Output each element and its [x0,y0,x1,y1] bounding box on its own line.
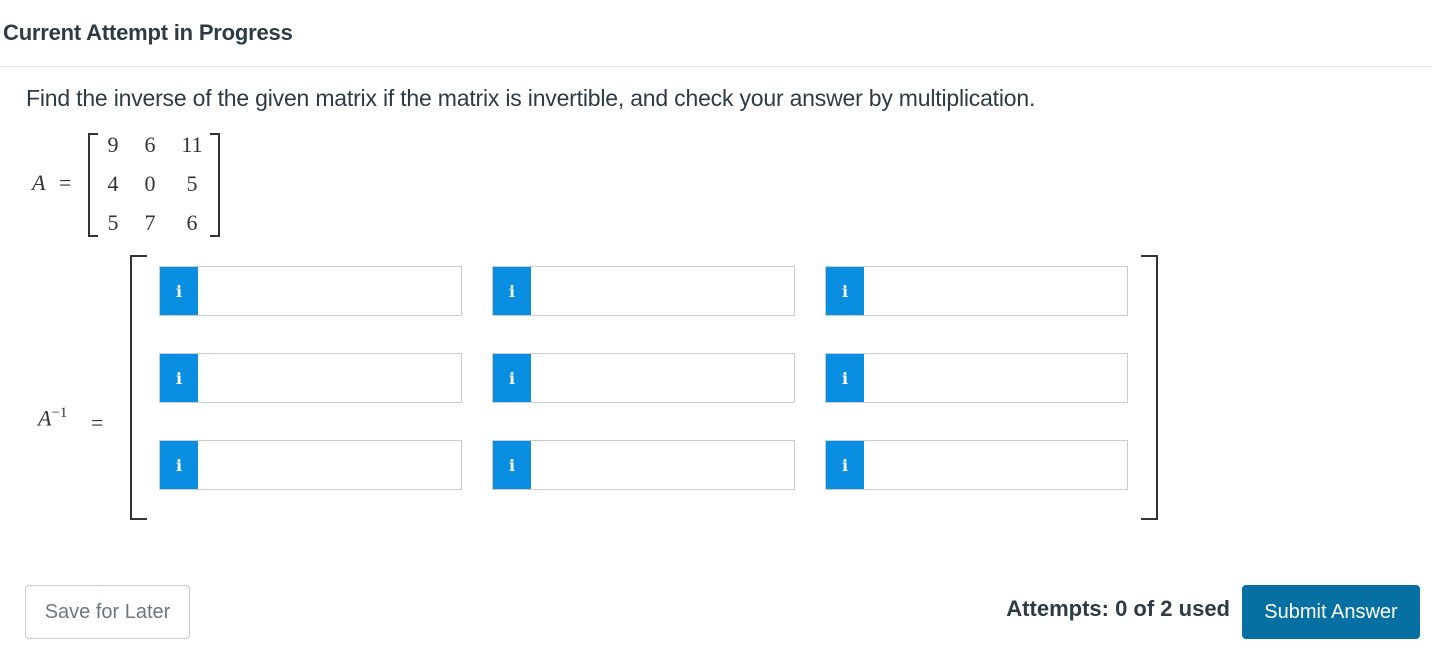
info-icon[interactable]: i [826,441,864,489]
info-icon[interactable]: i [493,441,531,489]
answer-cell: i [159,266,462,316]
answer-input-r1c3[interactable] [864,267,1127,315]
inverse-exponent: −1 [51,405,68,421]
info-icon[interactable]: i [160,267,198,315]
inverse-equals: = [91,410,104,435]
matrix-a-cell: 11 [181,132,203,157]
matrix-a-cell: 9 [107,132,119,157]
matrix-a-equals: = [58,170,72,195]
matrix-a-cell: 0 [144,171,156,196]
save-for-later-button[interactable]: Save for Later [25,585,190,639]
submit-answer-button[interactable]: Submit Answer [1242,585,1420,639]
matrix-a-right-bracket [210,133,220,237]
attempts-counter: Attempts: 0 of 2 used [1006,596,1230,621]
answer-input-r2c2[interactable] [531,354,794,402]
header-divider [0,66,1432,67]
info-icon[interactable]: i [826,267,864,315]
inverse-left-bracket [130,255,147,520]
matrix-a-label: A = [32,170,71,196]
answer-input-r3c2[interactable] [531,441,794,489]
matrix-a-var: A [32,170,46,195]
answer-input-r2c1[interactable] [198,354,461,402]
answer-input-r1c2[interactable] [531,267,794,315]
info-icon[interactable]: i [493,267,531,315]
info-icon[interactable]: i [160,354,198,402]
answer-cell: i [492,266,795,316]
answer-input-r2c3[interactable] [864,354,1127,402]
answer-input-r1c1[interactable] [198,267,461,315]
answer-cell: i [492,353,795,403]
answer-cell: i [825,266,1128,316]
answer-input-r3c3[interactable] [864,441,1127,489]
question-text: Find the inverse of the given matrix if … [26,85,1036,111]
matrix-a-cell: 5 [107,210,119,235]
inverse-label: A−1 [38,405,67,431]
matrix-a-cell: 5 [186,171,198,196]
page-title: Current Attempt in Progress [3,20,293,45]
matrix-a-left-bracket [88,133,98,237]
answer-cell: i [159,440,462,490]
matrix-a-cell: 7 [144,210,156,235]
inverse-right-bracket [1141,255,1158,520]
answer-input-r3c1[interactable] [198,441,461,489]
info-icon[interactable]: i [493,354,531,402]
matrix-a-cell: 6 [144,132,156,157]
answer-cell: i [825,440,1128,490]
info-icon[interactable]: i [826,354,864,402]
matrix-a-cell: 6 [186,210,198,235]
matrix-a-cell: 4 [107,171,119,196]
answer-cell: i [159,353,462,403]
answer-cell: i [825,353,1128,403]
answer-cell: i [492,440,795,490]
inverse-var: A [38,405,52,431]
info-icon[interactable]: i [160,441,198,489]
